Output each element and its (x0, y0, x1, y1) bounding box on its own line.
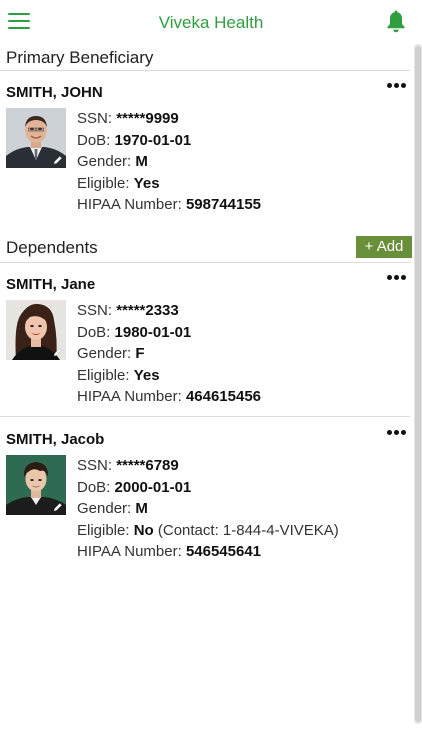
ssn-value: *****6789 (116, 457, 179, 474)
gender-row: Gender: M (77, 498, 339, 520)
hipaa-label: HIPAA Number: (77, 543, 182, 560)
dob-row: DoB: 2000-01-01 (77, 477, 339, 499)
gender-value: F (135, 345, 145, 362)
gender-label: Gender: (77, 153, 132, 170)
avatar-jane[interactable] (6, 300, 66, 360)
ssn-row: SSN: *****6789 (77, 455, 339, 477)
dob-label: DoB: (77, 323, 111, 341)
member-name: SMITH, Jacob (6, 431, 105, 448)
ssn-value: *****9999 (116, 110, 179, 127)
avatar-john[interactable] (6, 108, 66, 168)
eligible-label: Eligible: (77, 521, 130, 539)
bell-icon[interactable] (385, 10, 407, 34)
hipaa-label: HIPAA Number: (77, 388, 182, 405)
dob-row: DoB: 1970-01-01 (77, 130, 261, 152)
dependents-section-title: Dependents (6, 238, 98, 257)
hipaa-row: HIPAA Number: 546545641 (77, 541, 339, 563)
member-info: SSN: *****9999 DoB: 1970-01-01 Gender: M… (77, 108, 261, 216)
ssn-row: SSN: *****2333 (77, 300, 261, 322)
divider (0, 416, 410, 417)
scrollbar[interactable] (414, 44, 422, 724)
ssn-label: SSN: (77, 302, 113, 319)
member-info: SSN: *****6789 DoB: 2000-01-01 Gender: M… (77, 455, 339, 563)
ssn-label: SSN: (77, 457, 113, 474)
eligible-row: Eligible: Yes (77, 365, 261, 387)
divider (0, 70, 410, 71)
edit-photo-icon (53, 348, 62, 357)
gender-value: M (135, 500, 148, 517)
eligible-row: Eligible: No (Contact: 1-844-4-VIVEKA) (77, 520, 339, 542)
hipaa-row: HIPAA Number: 464615456 (77, 386, 261, 408)
eligible-label: Eligible: (77, 366, 130, 384)
eligible-row: Eligible: Yes (77, 173, 261, 195)
primary-section-title: Primary Beneficiary (6, 48, 154, 67)
hipaa-value: 598744155 (185, 196, 262, 213)
more-options-icon[interactable] (384, 270, 410, 286)
hipaa-row: HIPAA Number: 598744155 (77, 194, 261, 216)
eligible-value: Yes (133, 366, 160, 384)
ssn-label: SSN: (77, 110, 113, 127)
edit-photo-icon (53, 156, 62, 165)
eligible-value: No (133, 521, 154, 539)
member-name: SMITH, JOHN (6, 84, 103, 101)
hipaa-value: 546545641 (185, 543, 262, 560)
eligible-value: Yes (133, 174, 160, 192)
hipaa-label: HIPAA Number: (77, 196, 182, 213)
dob-row: DoB: 1980-01-01 (77, 322, 261, 344)
ssn-value: *****2333 (116, 302, 179, 319)
more-options-icon[interactable] (384, 78, 410, 94)
gender-label: Gender: (77, 500, 132, 517)
app-title: Viveka Health (158, 13, 264, 32)
hipaa-value: 464615456 (185, 388, 262, 405)
dob-label: DoB: (77, 131, 111, 149)
more-options-icon[interactable] (384, 425, 410, 441)
gender-value: M (135, 153, 148, 170)
gender-label: Gender: (77, 345, 132, 362)
dob-value: 1970-01-01 (114, 131, 192, 149)
dob-label: DoB: (77, 478, 111, 496)
member-info: SSN: *****2333 DoB: 1980-01-01 Gender: F… (77, 300, 261, 408)
app-header: Viveka Health (0, 0, 422, 44)
gender-row: Gender: M (77, 151, 261, 173)
member-name: SMITH, Jane (6, 276, 96, 293)
edit-photo-icon (53, 503, 62, 512)
avatar-jacob[interactable] (6, 455, 66, 515)
eligibility-contact-note: (Contact: 1-844-4-VIVEKA) (157, 521, 339, 539)
scrollbar-thumb[interactable] (415, 46, 421, 722)
ssn-row: SSN: *****9999 (77, 108, 261, 130)
gender-row: Gender: F (77, 343, 261, 365)
divider (0, 262, 410, 263)
eligible-label: Eligible: (77, 174, 130, 192)
dob-value: 2000-01-01 (114, 478, 192, 496)
dob-value: 1980-01-01 (114, 323, 192, 341)
add-dependent-button[interactable]: + Add (356, 236, 412, 258)
